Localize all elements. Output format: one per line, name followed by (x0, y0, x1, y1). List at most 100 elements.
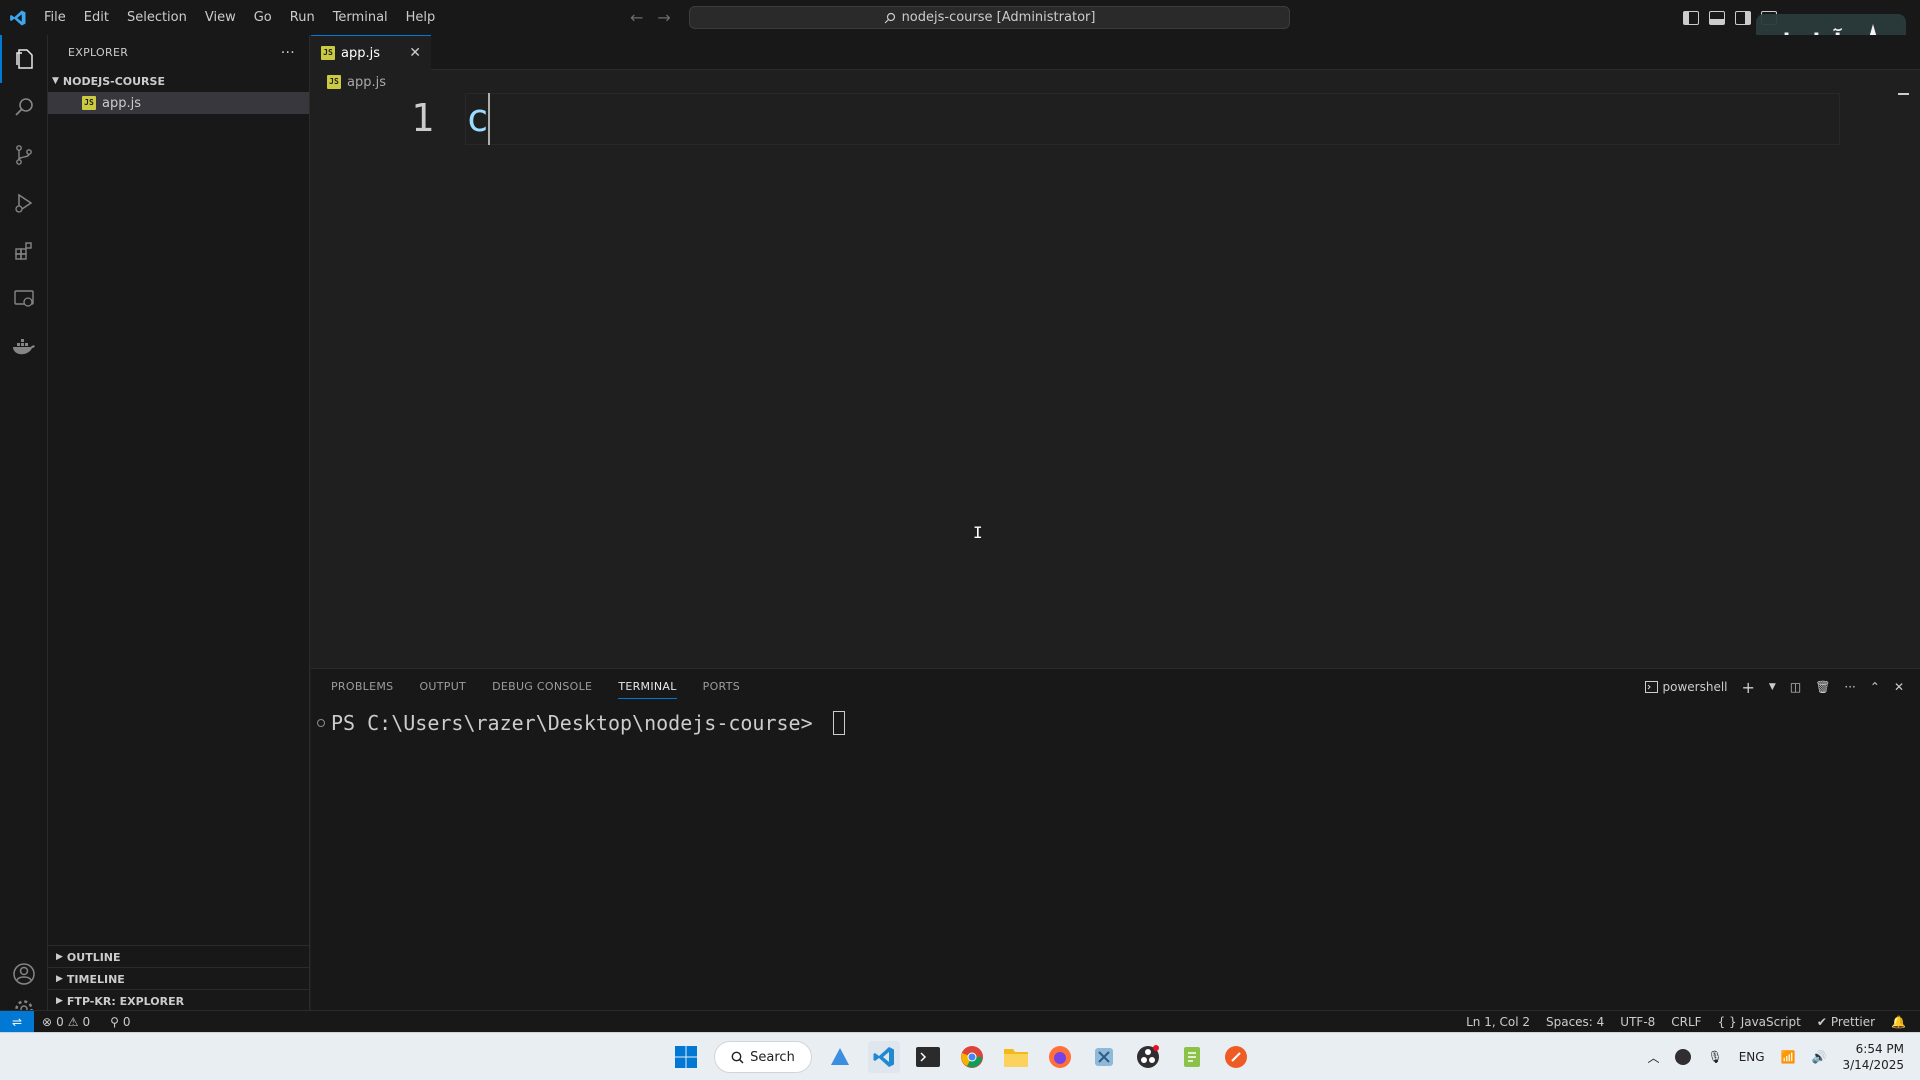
toggle-sidebar-icon[interactable] (1683, 10, 1699, 25)
timeline-label: TIMELINE (66, 972, 125, 986)
end-of-line[interactable]: CRLF (1671, 1015, 1701, 1029)
firefox-icon[interactable] (1044, 1041, 1076, 1073)
outline-section[interactable]: ▶ OUTLINE (48, 946, 310, 968)
language-mode[interactable]: { } JavaScript (1718, 1015, 1801, 1029)
clock[interactable]: 6:54 PM 3/14/2025 (1842, 1041, 1904, 1073)
terminal-output[interactable]: PS C:\Users\razer\Desktop\nodejs-course> (317, 711, 845, 735)
menu-view[interactable]: View (196, 0, 245, 35)
tab-app-js[interactable]: JS app.js ✕ (311, 35, 431, 70)
terminal-icon (1644, 681, 1658, 693)
chevron-up-icon[interactable]: ︿ (1647, 1049, 1659, 1066)
vscode-taskbar-icon[interactable] (868, 1041, 900, 1073)
navigation-arrows: ← → (630, 0, 671, 35)
bottom-panel: PROBLEMS OUTPUT DEBUG CONSOLE TERMINAL P… (311, 668, 1920, 1020)
folder-name: NODEJS-COURSE (62, 74, 165, 88)
activity-bar (0, 35, 48, 1020)
ports-count: 0 (122, 1014, 131, 1029)
search-icon (731, 1051, 744, 1064)
extensions-icon[interactable] (0, 227, 48, 275)
forward-arrow-icon[interactable]: → (657, 8, 670, 27)
terminal-app-icon[interactable] (912, 1041, 944, 1073)
close-panel-icon[interactable]: ✕ (1894, 680, 1904, 694)
error-icon: ⊗ (42, 1014, 53, 1029)
tab-label: app.js (341, 45, 380, 61)
cursor-position[interactable]: Ln 1, Col 2 (1466, 1015, 1530, 1029)
source-control-icon[interactable] (0, 131, 48, 179)
split-terminal-icon[interactable]: ◫ (1790, 680, 1801, 694)
menu-selection[interactable]: Selection (118, 0, 196, 35)
problems-status[interactable]: ⊗ 0 ⚠ 0 (42, 1015, 90, 1029)
menu-go[interactable]: Go (245, 0, 281, 35)
status-right: Ln 1, Col 2 Spaces: 4 UTF-8 CRLF { } Java… (1466, 1015, 1906, 1029)
new-terminal-plus-icon[interactable]: + (1742, 678, 1755, 697)
back-arrow-icon[interactable]: ← (630, 8, 643, 27)
breadcrumb-file[interactable]: app.js (347, 75, 386, 90)
current-line-highlight (465, 93, 1840, 145)
run-debug-icon[interactable] (0, 179, 48, 227)
ports-status[interactable]: ⚲ 0 (110, 1015, 130, 1029)
chrome-icon[interactable] (956, 1041, 988, 1073)
code-line[interactable]: c (466, 96, 489, 140)
close-icon[interactable]: ✕ (409, 45, 421, 61)
file-explorer-icon[interactable] (1000, 1041, 1032, 1073)
account-icon[interactable] (0, 950, 48, 998)
maximize-panel-icon[interactable]: ⌃ (1870, 680, 1880, 694)
status-left: ⊗ 0 ⚠ 0 ⚲ 0 (34, 1015, 131, 1029)
microphone-icon[interactable]: 🎙 (1707, 1050, 1722, 1064)
tab-problems[interactable]: PROBLEMS (331, 669, 393, 705)
tab-terminal[interactable]: TERMINAL (618, 669, 678, 705)
encoding[interactable]: UTF-8 (1620, 1015, 1655, 1029)
warning-icon: ⚠ (67, 1014, 79, 1029)
postman-icon[interactable] (1220, 1041, 1252, 1073)
tab-debug-console[interactable]: DEBUG CONSOLE (492, 669, 592, 705)
taskbar-search[interactable]: Search (714, 1041, 812, 1073)
terminal-shell-selector[interactable]: powershell (1644, 680, 1728, 694)
wifi-icon[interactable]: 📶 (1781, 1050, 1796, 1064)
folder-section[interactable]: ▼ NODEJS-COURSE (48, 70, 309, 92)
command-decoration-icon (317, 719, 325, 727)
timeline-section[interactable]: ▶ TIMELINE (48, 968, 310, 990)
indentation[interactable]: Spaces: 4 (1546, 1015, 1604, 1029)
toggle-secondary-sidebar-icon[interactable] (1735, 10, 1751, 25)
menu-run[interactable]: Run (281, 0, 324, 35)
tab-output[interactable]: OUTPUT (419, 669, 466, 705)
menu-help[interactable]: Help (397, 0, 445, 35)
menu-terminal[interactable]: Terminal (324, 0, 397, 35)
file-item-app-js[interactable]: JS app.js (48, 92, 309, 114)
chevron-down-icon[interactable]: ▼ (1769, 682, 1776, 692)
more-actions-icon[interactable]: ··· (281, 45, 295, 61)
windows-taskbar: Search ︿ 🎙 ENG 📶 🔊 6:54 PM 3/14/2025 (0, 1032, 1920, 1080)
ftp-explorer-section[interactable]: ▶ FTP-KR: EXPLORER (48, 990, 310, 1012)
snipping-tool-icon[interactable] (1088, 1041, 1120, 1073)
code-editor[interactable]: 1 c I (311, 93, 1909, 668)
windows-start-icon[interactable] (670, 1041, 702, 1073)
menu-file[interactable]: File (35, 0, 75, 35)
tab-ports[interactable]: PORTS (703, 669, 740, 705)
docker-icon[interactable] (0, 323, 48, 371)
menu-edit[interactable]: Edit (75, 0, 118, 35)
obs-icon[interactable] (1132, 1041, 1164, 1073)
antenna-icon: ⚲ (110, 1014, 119, 1029)
search-icon[interactable] (0, 83, 48, 131)
chevron-right-icon: ▶ (56, 996, 63, 1006)
notepad-plus-icon[interactable] (1176, 1041, 1208, 1073)
system-tray: ︿ 🎙 ENG 📶 🔊 6:54 PM 3/14/2025 (1647, 1033, 1904, 1080)
obs-tray-icon[interactable] (1675, 1049, 1692, 1065)
trash-icon[interactable]: 🗑 (1815, 680, 1830, 694)
check-double-icon: ✔ (1816, 1014, 1827, 1029)
prettier-status[interactable]: ✔ Prettier (1817, 1015, 1875, 1029)
chevron-right-icon: ▶ (56, 974, 63, 984)
volume-icon[interactable]: 🔊 (1812, 1050, 1827, 1064)
remote-explorer-icon[interactable] (0, 275, 48, 323)
vscode-logo-icon (0, 0, 35, 35)
terminal-prompt: PS C:\Users\razer\Desktop\nodejs-course> (331, 711, 813, 735)
more-actions-icon[interactable]: ··· (1844, 680, 1855, 694)
toggle-panel-icon[interactable] (1709, 10, 1725, 25)
command-center[interactable]: nodejs-course [Administrator] (689, 6, 1290, 29)
remote-indicator-icon[interactable]: ⇌ (0, 1010, 34, 1033)
language-indicator[interactable]: ENG (1739, 1050, 1765, 1064)
explorer-icon[interactable] (0, 35, 48, 83)
bell-icon[interactable]: 🔔 (1891, 1015, 1906, 1029)
chevron-down-icon: ▼ (52, 76, 59, 86)
store-app-icon[interactable] (824, 1041, 856, 1073)
